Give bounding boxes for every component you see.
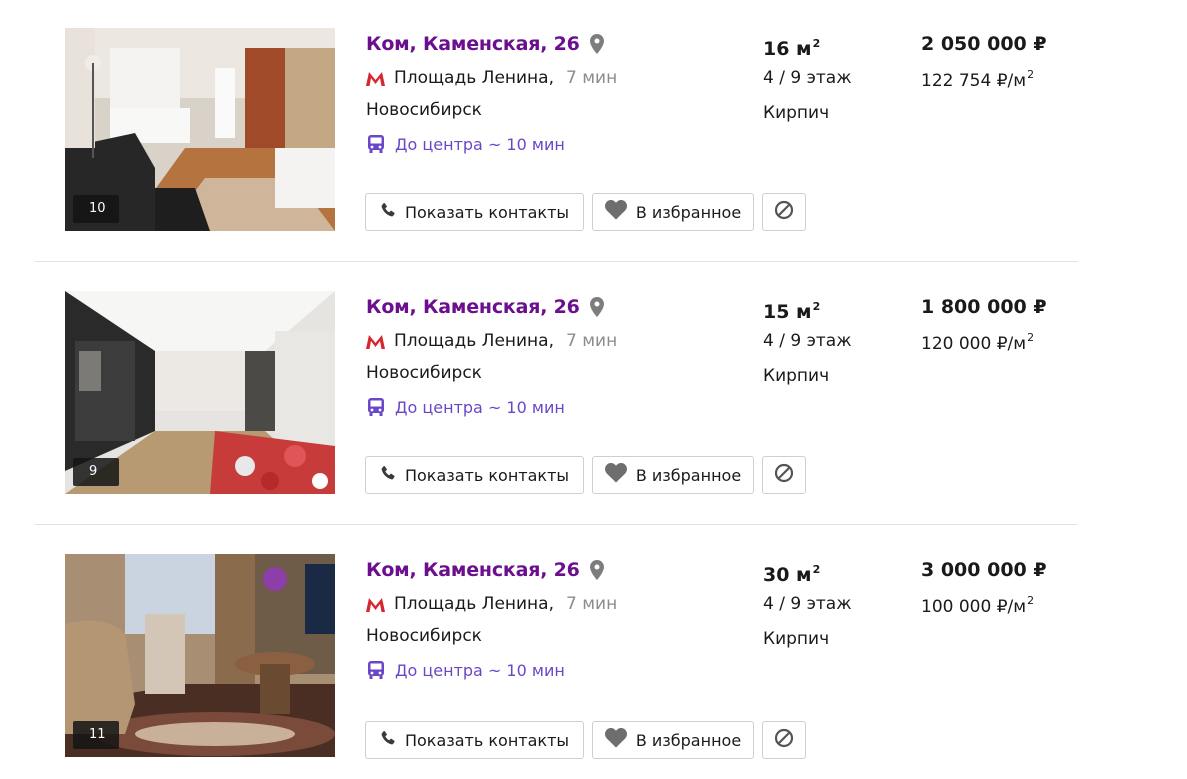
price-per-meter-value: 120 000 ₽/м — [921, 334, 1027, 354]
metro-time: 7 мин — [566, 594, 618, 614]
listing-divider — [35, 261, 1078, 262]
show-contacts-button[interactable]: Показать контакты — [365, 721, 584, 759]
photo-count-badge: 11 — [73, 721, 119, 749]
listing-card: 10 Ком, Каменская, 26 Площадь Ленина, 7 … — [0, 0, 1187, 263]
add-to-favorites-label: В избранное — [635, 730, 742, 750]
listing-pricing: 2 050 000 ₽ 122 754 ₽/м2 — [921, 30, 1047, 91]
bus-icon — [366, 397, 386, 417]
metro-station: Площадь Ленина, — [394, 331, 554, 351]
listing-card: 9 Ком, Каменская, 26 Площадь Ленина, 7 м… — [0, 263, 1187, 526]
metro-time: 7 мин — [566, 68, 618, 88]
listing-price: 2 050 000 ₽ — [921, 33, 1047, 55]
area-unit-sup: 2 — [812, 37, 821, 50]
add-to-favorites-button[interactable]: В избранное — [592, 193, 754, 231]
show-contacts-label: Показать контакты — [404, 730, 570, 750]
add-to-favorites-button[interactable]: В избранное — [592, 721, 754, 759]
listing-area: 16 м2 — [763, 30, 852, 60]
listing-city: Новосибирск — [366, 363, 482, 383]
listing-actions: Показать контакты В избранное — [365, 193, 806, 231]
listing-pricing: 1 800 000 ₽ 120 000 ₽/м2 — [921, 293, 1047, 354]
metro-icon — [366, 71, 385, 86]
price-per-meter: 122 754 ₽/м2 — [921, 68, 1047, 91]
show-contacts-button[interactable]: Показать контакты — [365, 193, 584, 231]
listing-title-link[interactable]: Ком, Каменская, 26 — [366, 33, 580, 55]
map-pin-icon[interactable] — [589, 560, 604, 580]
listing-photo[interactable]: 10 — [65, 28, 335, 231]
listing-photo[interactable]: 11 — [65, 554, 335, 757]
map-pin-icon[interactable] — [589, 34, 604, 54]
listing-price: 3 000 000 ₽ — [921, 559, 1047, 581]
listing-price: 1 800 000 ₽ — [921, 296, 1047, 318]
price-per-meter-sup: 2 — [1027, 594, 1035, 607]
listing-floor: 4 / 9 этаж — [763, 68, 852, 88]
price-per-meter-value: 100 000 ₽/м — [921, 597, 1027, 617]
listing-city: Новосибирск — [366, 100, 482, 120]
area-value: 15 м — [763, 301, 812, 323]
listing-actions: Показать контакты В избранное — [365, 721, 806, 759]
transit-to-center: До центра ~ 10 мин — [395, 660, 565, 680]
listing-info: Ком, Каменская, 26 Площадь Ленина, 7 мин… — [366, 556, 746, 680]
heart-icon — [604, 199, 627, 224]
listing-divider — [35, 524, 1078, 525]
price-per-meter: 100 000 ₽/м2 — [921, 594, 1047, 617]
bus-icon — [366, 134, 386, 154]
show-contacts-label: Показать контакты — [404, 202, 570, 222]
listing-floor: 4 / 9 этаж — [763, 331, 852, 351]
listing-title-link[interactable]: Ком, Каменская, 26 — [366, 296, 580, 318]
price-per-meter: 120 000 ₽/м2 — [921, 331, 1047, 354]
photo-count-badge: 9 — [73, 458, 119, 486]
price-per-meter-sup: 2 — [1027, 331, 1035, 344]
listing-info: Ком, Каменская, 26 Площадь Ленина, 7 мин… — [366, 30, 746, 154]
area-value: 30 м — [763, 564, 812, 586]
metro-time: 7 мин — [566, 331, 618, 351]
metro-station: Площадь Ленина, — [394, 68, 554, 88]
listing-area: 30 м2 — [763, 556, 852, 586]
listing-material: Кирпич — [763, 103, 830, 123]
price-per-meter-value: 122 754 ₽/м — [921, 71, 1027, 91]
listing-area: 15 м2 — [763, 293, 852, 323]
add-to-favorites-label: В избранное — [635, 465, 742, 485]
area-value: 16 м — [763, 38, 812, 60]
listing-photo[interactable]: 9 — [65, 291, 335, 494]
listing-city: Новосибирск — [366, 626, 482, 646]
hide-listing-button[interactable] — [762, 193, 806, 231]
map-pin-icon[interactable] — [589, 297, 604, 317]
listing-specs: 15 м2 4 / 9 этаж Кирпич — [763, 293, 852, 386]
listing-floor: 4 / 9 этаж — [763, 594, 852, 614]
listing-material: Кирпич — [763, 366, 830, 386]
listing-specs: 16 м2 4 / 9 этаж Кирпич — [763, 30, 852, 123]
listing-pricing: 3 000 000 ₽ 100 000 ₽/м2 — [921, 556, 1047, 617]
transit-to-center: До центра ~ 10 мин — [395, 397, 565, 417]
listing-card: 11 Ком, Каменская, 26 Площадь Ленина, 7 … — [0, 526, 1187, 779]
hide-listing-button[interactable] — [762, 456, 806, 494]
listing-specs: 30 м2 4 / 9 этаж Кирпич — [763, 556, 852, 649]
show-contacts-label: Показать контакты — [404, 465, 570, 485]
hide-listing-button[interactable] — [762, 721, 806, 759]
metro-station: Площадь Ленина, — [394, 594, 554, 614]
price-per-meter-sup: 2 — [1027, 68, 1035, 81]
area-unit-sup: 2 — [812, 563, 821, 576]
transit-to-center: До центра ~ 10 мин — [395, 134, 565, 154]
heart-icon — [604, 727, 627, 752]
metro-icon — [366, 334, 385, 349]
photo-count-badge: 10 — [73, 195, 119, 223]
block-icon — [774, 463, 794, 487]
show-contacts-button[interactable]: Показать контакты — [365, 456, 584, 494]
heart-icon — [604, 462, 627, 487]
phone-icon — [380, 202, 396, 222]
metro-icon — [366, 597, 385, 612]
listing-info: Ком, Каменская, 26 Площадь Ленина, 7 мин… — [366, 293, 746, 417]
add-to-favorites-button[interactable]: В избранное — [592, 456, 754, 494]
block-icon — [774, 200, 794, 224]
listing-actions: Показать контакты В избранное — [365, 456, 806, 494]
add-to-favorites-label: В избранное — [635, 202, 742, 222]
block-icon — [774, 728, 794, 752]
area-unit-sup: 2 — [812, 300, 821, 313]
listing-material: Кирпич — [763, 629, 830, 649]
phone-icon — [380, 730, 396, 750]
phone-icon — [380, 465, 396, 485]
bus-icon — [366, 660, 386, 680]
listing-title-link[interactable]: Ком, Каменская, 26 — [366, 559, 580, 581]
